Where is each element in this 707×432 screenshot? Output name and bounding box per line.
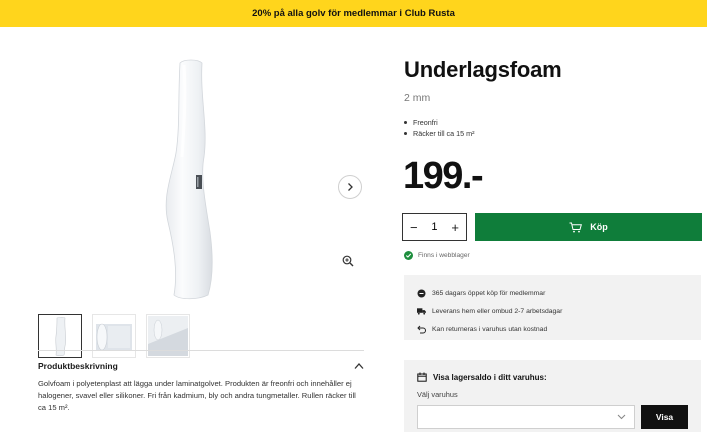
next-image-button[interactable] (338, 175, 362, 199)
store-icon (417, 372, 427, 382)
decrease-button[interactable]: − (406, 220, 422, 235)
product-title: Underlagsfoam (404, 57, 562, 82)
chevron-down-icon (617, 414, 626, 420)
cart-icon (569, 222, 583, 232)
buy-label: Köp (590, 222, 608, 232)
buy-button[interactable]: Köp (475, 213, 702, 241)
store-select-label: Välj varuhus (417, 390, 458, 399)
description-title: Produktbeskrivning (38, 361, 118, 371)
feature-list: Freonfri Räcker till ca 15 m² (404, 117, 475, 139)
benefits-panel: 365 dagars öppet köp för medlemmar Lever… (404, 275, 701, 340)
product-gallery (0, 27, 372, 358)
show-stock-button[interactable]: Visa (641, 405, 688, 429)
store-select[interactable] (417, 405, 635, 429)
member-icon (417, 289, 426, 298)
price: 199.- (403, 155, 484, 197)
stock-status-text: Finns i webblager (418, 252, 470, 259)
store-stock-heading: Visa lagersaldo i ditt varuhus: (417, 372, 701, 382)
benefit-item: Kan returneras i varuhus utan kostnad (417, 320, 701, 338)
description-text: Golvfoam i polyetenplast att lägga under… (38, 379, 356, 412)
thumbnail-2[interactable] (92, 314, 136, 358)
thumbnail-1[interactable] (38, 314, 82, 358)
zoom-button[interactable] (340, 253, 356, 269)
return-icon (417, 325, 426, 334)
divider (38, 350, 364, 351)
store-stock-panel: Visa lagersaldo i ditt varuhus: Välj var… (404, 360, 701, 432)
benefit-item: 365 dagars öppet köp för medlemmar (417, 284, 701, 302)
chevron-up-icon (354, 363, 364, 369)
promo-banner[interactable]: 20% på alla golv för medlemmar i Club Ru… (0, 0, 707, 27)
description-toggle[interactable]: Produktbeskrivning (38, 359, 364, 373)
check-icon (404, 251, 413, 260)
promo-text: 20% på alla golv för medlemmar i Club Ru… (252, 8, 455, 19)
benefit-item: Leverans hem eller ombud 2-7 arbetsdagar (417, 302, 701, 320)
thumbnail-strip (38, 314, 190, 358)
feature-item: Freonfri (404, 117, 475, 128)
quantity-stepper: − + (402, 213, 467, 241)
product-image (165, 59, 213, 300)
thumbnail-3[interactable] (146, 314, 190, 358)
product-size: 2 mm (404, 92, 431, 104)
feature-item: Räcker till ca 15 m² (404, 128, 475, 139)
chevron-right-icon (348, 183, 353, 191)
quantity-input[interactable] (427, 221, 442, 233)
increase-button[interactable]: + (447, 220, 463, 235)
stock-status: Finns i webblager (404, 251, 470, 260)
zoom-icon (342, 255, 354, 267)
truck-icon (417, 307, 426, 316)
